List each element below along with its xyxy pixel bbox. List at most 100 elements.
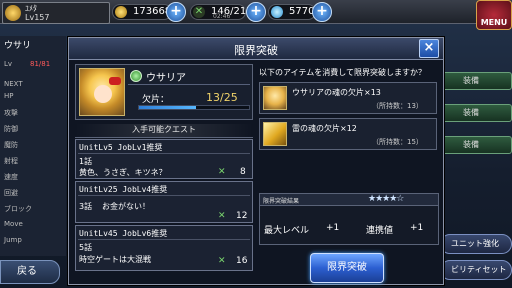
bg-next-label: NEXT: [4, 80, 23, 88]
quest-cost: 16: [236, 256, 248, 266]
stamina-timer: 02:46: [213, 13, 231, 20]
dialog-title: 限界突破: [234, 44, 278, 57]
link-value: +1: [410, 223, 424, 233]
close-button[interactable]: ×: [419, 39, 439, 58]
quest-name: 時空ゲートは大混戦: [79, 255, 151, 264]
shard-count: 13/25: [206, 91, 238, 104]
close-icon: ×: [423, 40, 435, 55]
available-quests-title: 入手可能クエスト: [75, 124, 253, 138]
equip-label-3: 装備: [463, 140, 479, 149]
shard-label: 欠片：: [142, 95, 170, 105]
unit-portrait: [79, 68, 125, 116]
result-title: 限界突破結果: [263, 198, 300, 205]
equip-label-2: 装備: [463, 108, 479, 117]
item-owned: （所持数：15）: [372, 138, 423, 146]
required-item-2: 雷の魂の欠片×12 （所持数：15）: [259, 118, 437, 150]
bg-stat-atk: 攻撃: [4, 109, 18, 117]
stamina-icon: ✕: [218, 256, 226, 266]
shard-progress-fill: [139, 106, 197, 109]
add-stamina-button[interactable]: +: [246, 2, 266, 22]
menu-button[interactable]: MENU: [476, 0, 512, 30]
dialog-header: 限界突破 ×: [69, 38, 443, 60]
quest-item-2[interactable]: UnitLv25 JobLv4推奨 3話 お金がない！ ✕ 12: [75, 181, 253, 223]
bg-stat-range: 射程: [4, 157, 18, 165]
unit-name: ウサリア: [146, 73, 186, 84]
bg-stat-def: 防御: [4, 125, 18, 133]
unit-enhance-button[interactable]: ユニット強化: [440, 234, 512, 254]
wind-element-icon: [130, 70, 142, 82]
quest-requirement: UnitLv45 JobLv6推奨: [79, 229, 168, 238]
menu-label: MENU: [480, 18, 508, 27]
unit-card: ウサリア 欠片： 13/25: [75, 64, 253, 120]
gem-counter: 5770: [268, 4, 316, 20]
limit-break-confirm-button[interactable]: 限界突破: [310, 253, 384, 283]
unit-soul-shard-icon: [263, 86, 287, 110]
add-gold-button[interactable]: +: [166, 2, 186, 22]
quest-chapter: 5話: [79, 243, 93, 252]
player-avatar-icon: [5, 5, 21, 21]
quest-requirement: UnitLv5 JobLv1推奨: [79, 143, 163, 152]
stamina-icon: ✕: [193, 6, 205, 18]
top-bar: ﾕﾒﾀ Lv157 17366880 + ✕ 146/217 02:46 + 5…: [0, 0, 512, 24]
ability-set-label: ビリティセット: [451, 265, 507, 274]
required-item-1: ウサリアの魂の欠片×13 （所持数：13）: [259, 82, 437, 114]
divider: [78, 153, 250, 154]
quest-item-3[interactable]: UnitLv45 JobLv6推奨 5話 時空ゲートは大混戦 ✕ 16: [75, 225, 253, 271]
unit-enhance-label: ユニット強化: [451, 239, 499, 248]
rarity-stars: ★★★★☆: [368, 194, 404, 204]
max-level-label: 最大レベル: [264, 226, 310, 236]
shard-progress-bar: [138, 105, 250, 110]
gold-coin-icon: [115, 6, 127, 18]
divider: [78, 239, 250, 240]
bg-unit-name: ウサリ: [4, 41, 32, 51]
portrait-bow: [109, 77, 121, 85]
bg-stat-jump: Jump: [4, 236, 22, 244]
bg-stat-speed: 速度: [4, 173, 18, 181]
thunder-soul-shard-icon: [263, 122, 287, 146]
bg-level-label: Lv: [4, 60, 13, 68]
limit-break-dialog: 限界突破 × ウサリア 欠片： 13/25 入手可能クエスト UnitLv5 J…: [68, 37, 444, 285]
gold-counter: 17366880: [112, 4, 184, 20]
limit-break-result: 限界突破結果 ★★★★☆ 最大レベル +1 連携値 +1: [259, 193, 439, 245]
bg-stat-evade: 回避: [4, 189, 18, 197]
equip-label-1: 装備: [463, 76, 479, 85]
player-level: Lv157: [25, 13, 50, 22]
divider: [128, 84, 250, 85]
quest-cost: 8: [240, 167, 246, 177]
confirm-message: 以下のアイテムを消費して限界突破しますか？: [259, 68, 426, 77]
item-name: ウサリアの魂の欠片×13: [292, 88, 381, 97]
item-owned: （所持数：13）: [372, 102, 423, 110]
bg-stat-move: Move: [4, 220, 23, 228]
quest-chapter: 3話: [79, 202, 93, 211]
item-name: 雷の魂の欠片×12: [292, 124, 357, 133]
bg-stat-block: ブロック: [4, 205, 32, 213]
quest-cost: 12: [236, 211, 248, 221]
bg-stat-hp: HP: [4, 92, 14, 100]
add-gem-button[interactable]: +: [312, 2, 332, 22]
link-label: 連携値: [366, 226, 394, 236]
result-header: 限界突破結果 ★★★★☆: [260, 194, 438, 206]
quest-chapter: 1話: [79, 157, 93, 166]
back-button[interactable]: 戻る: [0, 260, 60, 284]
quest-name: 黄色、うさぎ、キツネ？: [79, 168, 167, 177]
bg-stat-mdef: 魔防: [4, 141, 18, 149]
divider: [78, 195, 250, 196]
max-level-value: +1: [326, 223, 340, 233]
ability-set-button[interactable]: ビリティセット: [440, 260, 512, 280]
bg-level-value: 81/81: [30, 60, 51, 68]
quest-name: お金がない！: [102, 202, 150, 211]
back-label: 戻る: [17, 266, 37, 277]
unit-status-panel: ウサリ Lv 81/81 NEXT HP 攻撃 防御 魔防 射程 速度 回避 ブ…: [0, 36, 66, 256]
quest-item-1[interactable]: UnitLv5 JobLv1推奨 1話 黄色、うさぎ、キツネ？ ✕ 8: [75, 139, 253, 179]
player-info[interactable]: ﾕﾒﾀ Lv157: [2, 2, 110, 24]
equip-button-2[interactable]: 装備: [442, 104, 512, 122]
gem-value: 5770: [289, 6, 315, 17]
stamina-icon: ✕: [218, 211, 226, 221]
equip-button-1[interactable]: 装備: [442, 72, 512, 90]
portrait-face: [94, 85, 112, 103]
equip-button-3[interactable]: 装備: [442, 136, 512, 154]
gem-icon: [271, 6, 283, 18]
quest-requirement: UnitLv25 JobLv4推奨: [79, 185, 168, 194]
confirm-label: 限界突破: [327, 262, 367, 273]
stamina-icon: ✕: [218, 167, 226, 177]
